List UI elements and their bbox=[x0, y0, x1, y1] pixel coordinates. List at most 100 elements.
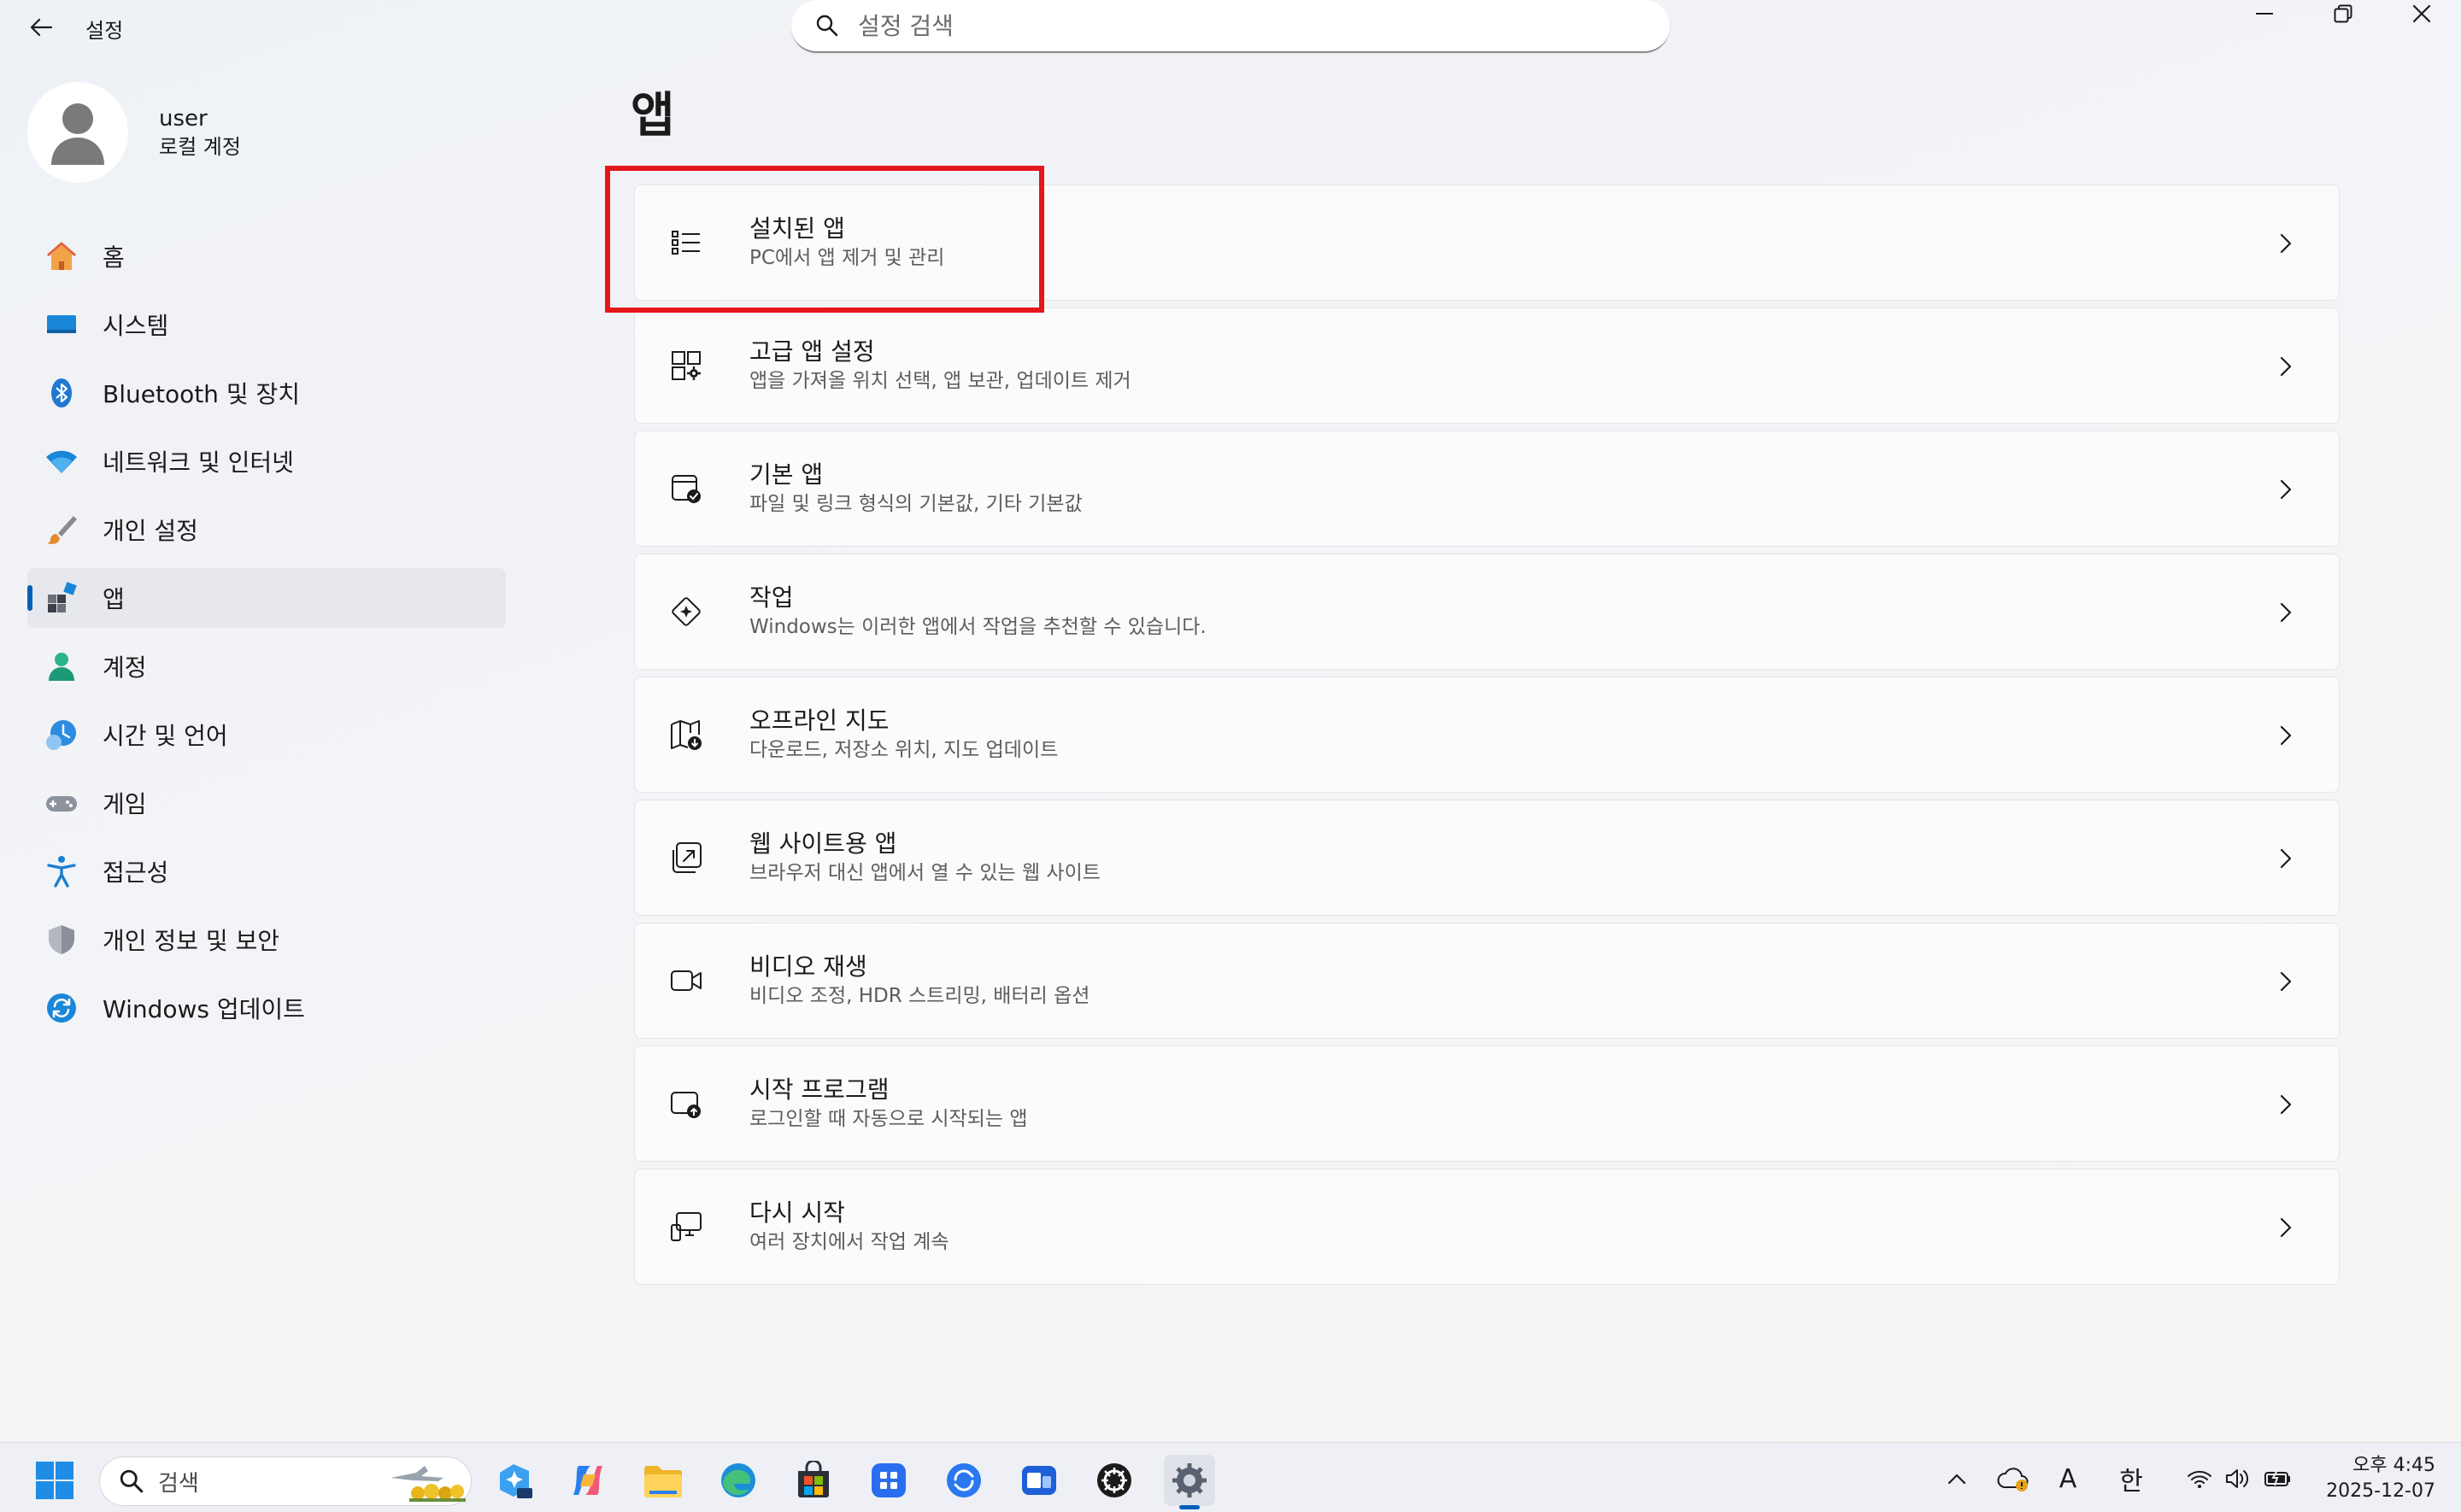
settings-search-box[interactable] bbox=[791, 0, 1670, 53]
taskbar-clock[interactable]: 오후 4:45 2025-12-07 bbox=[2307, 1453, 2435, 1504]
search-icon bbox=[119, 1468, 144, 1494]
wifi-icon bbox=[2188, 1470, 2211, 1488]
active-app-indicator bbox=[1179, 1505, 1200, 1509]
sidebar-item-label: 게임 bbox=[103, 790, 147, 818]
card-title: 작업 bbox=[749, 583, 794, 612]
sidebar-item-label: 개인 설정 bbox=[103, 517, 198, 545]
sidebar-item-personalization[interactable]: 개인 설정 bbox=[27, 500, 506, 560]
taskbar-app-file-explorer[interactable] bbox=[637, 1455, 689, 1506]
gear-icon bbox=[1172, 1463, 1207, 1497]
wifi-tray-button[interactable] bbox=[2181, 1460, 2218, 1497]
chevron-right-icon bbox=[2270, 966, 2301, 997]
default-apps-icon bbox=[666, 468, 707, 509]
sidebar-item-privacy-security[interactable]: 개인 정보 및 보안 bbox=[27, 910, 506, 970]
sidebar-item-home[interactable]: 홈 bbox=[27, 226, 506, 286]
chevron-up-icon bbox=[1947, 1474, 1966, 1485]
shield-icon bbox=[43, 921, 80, 958]
taskbar-app-phone-link[interactable] bbox=[1013, 1455, 1065, 1506]
card-offline-maps[interactable]: 오프라인 지도 다운로드, 저장소 위치, 지도 업데이트 bbox=[634, 677, 2340, 793]
clock-date: 2025-12-07 bbox=[2326, 1480, 2435, 1502]
card-subtitle: 로그인할 때 자동으로 시작되는 앱 bbox=[749, 1108, 1028, 1130]
clock-globe-icon bbox=[43, 716, 80, 753]
card-startup[interactable]: 시작 프로그램 로그인할 때 자동으로 시작되는 앱 bbox=[634, 1046, 2340, 1162]
taskbar-app-copilot[interactable] bbox=[562, 1455, 614, 1506]
minimize-button[interactable] bbox=[2225, 0, 2304, 27]
back-arrow-icon bbox=[30, 18, 52, 37]
sidebar-item-time-language[interactable]: 시간 및 언어 bbox=[27, 705, 506, 765]
card-title: 설치된 앱 bbox=[749, 214, 845, 243]
card-actions[interactable]: 작업 Windows는 이러한 앱에서 작업을 추천할 수 있습니다. bbox=[634, 554, 2340, 670]
close-icon bbox=[2412, 4, 2431, 23]
person-icon bbox=[51, 103, 104, 165]
sidebar-item-label: 앱 bbox=[103, 585, 125, 613]
card-resume[interactable]: 다시 시작 여러 장치에서 작업 계속 bbox=[634, 1169, 2340, 1285]
settings-window: 설정 user 로컬 계정 bbox=[0, 0, 2461, 1442]
chevron-right-icon bbox=[2270, 1089, 2301, 1120]
card-installed-apps[interactable]: 설치된 앱 PC에서 앱 제거 및 관리 bbox=[634, 185, 2340, 301]
show-hidden-icons-button[interactable] bbox=[1938, 1460, 1976, 1497]
taskbar-app-chatgpt[interactable] bbox=[1089, 1455, 1140, 1506]
restore-button[interactable] bbox=[2304, 0, 2382, 27]
battery-charging-icon bbox=[2264, 1469, 2290, 1486]
card-subtitle: 여러 장치에서 작업 계속 bbox=[749, 1231, 949, 1253]
volume-icon bbox=[2226, 1469, 2249, 1488]
edge-icon bbox=[721, 1463, 755, 1497]
sidebar-item-apps[interactable]: 앱 bbox=[27, 568, 506, 628]
close-button[interactable] bbox=[2382, 0, 2461, 27]
card-title: 다시 시작 bbox=[749, 1198, 845, 1227]
sidebar-item-label: 접근성 bbox=[103, 859, 169, 887]
taskbar-app-sync[interactable] bbox=[938, 1455, 990, 1506]
sidebar-item-accounts[interactable]: 계정 bbox=[27, 636, 506, 696]
user-profile[interactable]: user 로컬 계정 bbox=[27, 82, 241, 183]
folder-icon bbox=[644, 1466, 682, 1497]
wifi-icon bbox=[43, 442, 80, 480]
minimize-icon bbox=[2256, 13, 2273, 15]
bluetooth-icon bbox=[43, 374, 80, 412]
app-settings-icon bbox=[666, 345, 707, 386]
card-subtitle: 브라우저 대신 앱에서 열 수 있는 웹 사이트 bbox=[749, 862, 1101, 884]
sidebar-item-label: 홈 bbox=[103, 243, 125, 272]
copilot-icon bbox=[573, 1466, 602, 1495]
gamepad-icon bbox=[43, 784, 80, 822]
sidebar-item-windows-update[interactable]: Windows 업데이트 bbox=[27, 978, 506, 1038]
card-subtitle: 파일 및 링크 형식의 기본값, 기타 기본값 bbox=[749, 493, 1083, 515]
card-title: 웹 사이트용 앱 bbox=[749, 829, 897, 858]
battery-tray-button[interactable] bbox=[2259, 1460, 2297, 1497]
avatar bbox=[27, 82, 128, 183]
chevron-right-icon bbox=[2270, 1212, 2301, 1243]
input-language-indicator[interactable]: 한 bbox=[2112, 1460, 2150, 1497]
sidebar-item-accessibility[interactable]: 접근성 bbox=[27, 841, 506, 901]
onedrive-tray-button[interactable] bbox=[1994, 1460, 2032, 1497]
card-video-playback[interactable]: 비디오 재생 비디오 조정, HDR 스트리밍, 배터리 옵션 bbox=[634, 923, 2340, 1039]
volume-tray-button[interactable] bbox=[2218, 1460, 2256, 1497]
taskbar-app-calendar[interactable] bbox=[863, 1455, 914, 1506]
start-button[interactable] bbox=[34, 1460, 75, 1501]
sidebar-item-network[interactable]: 네트워크 및 인터넷 bbox=[27, 431, 506, 491]
taskbar-app-edge[interactable] bbox=[713, 1455, 764, 1506]
taskbar-app-settings[interactable] bbox=[1164, 1455, 1215, 1509]
taskbar-search[interactable]: 검색 bbox=[99, 1456, 472, 1506]
grid-app-icon bbox=[872, 1463, 906, 1497]
card-default-apps[interactable]: 기본 앱 파일 및 링크 형식의 기본값, 기타 기본값 bbox=[634, 431, 2340, 547]
back-button[interactable] bbox=[22, 9, 60, 46]
sidebar-item-system[interactable]: 시스템 bbox=[27, 295, 506, 355]
sync-app-icon bbox=[947, 1463, 981, 1497]
taskbar-app-store[interactable] bbox=[788, 1455, 839, 1506]
input-mode-letter[interactable]: A bbox=[2049, 1460, 2087, 1497]
sidebar-item-bluetooth[interactable]: Bluetooth 및 장치 bbox=[27, 363, 506, 423]
brush-icon bbox=[43, 511, 80, 548]
card-subtitle: 앱을 가져올 위치 선택, 앱 보관, 업데이트 제거 bbox=[749, 370, 1131, 392]
taskbar-app-copilot-preview[interactable] bbox=[489, 1455, 540, 1506]
list-icon bbox=[666, 222, 707, 263]
sidebar-item-gaming[interactable]: 게임 bbox=[27, 773, 506, 833]
apps-icon bbox=[43, 579, 80, 617]
settings-search-input[interactable] bbox=[858, 11, 1610, 40]
web-app-icon bbox=[666, 837, 707, 878]
chatgpt-icon bbox=[1097, 1463, 1131, 1497]
chevron-right-icon bbox=[2270, 351, 2301, 382]
card-apps-for-websites[interactable]: 웹 사이트용 앱 브라우저 대신 앱에서 열 수 있는 웹 사이트 bbox=[634, 800, 2340, 916]
sidebar-item-label: Windows 업데이트 bbox=[103, 995, 305, 1023]
card-advanced-app-settings[interactable]: 고급 앱 설정 앱을 가져올 위치 선택, 앱 보관, 업데이트 제거 bbox=[634, 308, 2340, 424]
page-title: 앱 bbox=[631, 88, 675, 144]
profile-account-type: 로컬 계정 bbox=[159, 135, 241, 159]
